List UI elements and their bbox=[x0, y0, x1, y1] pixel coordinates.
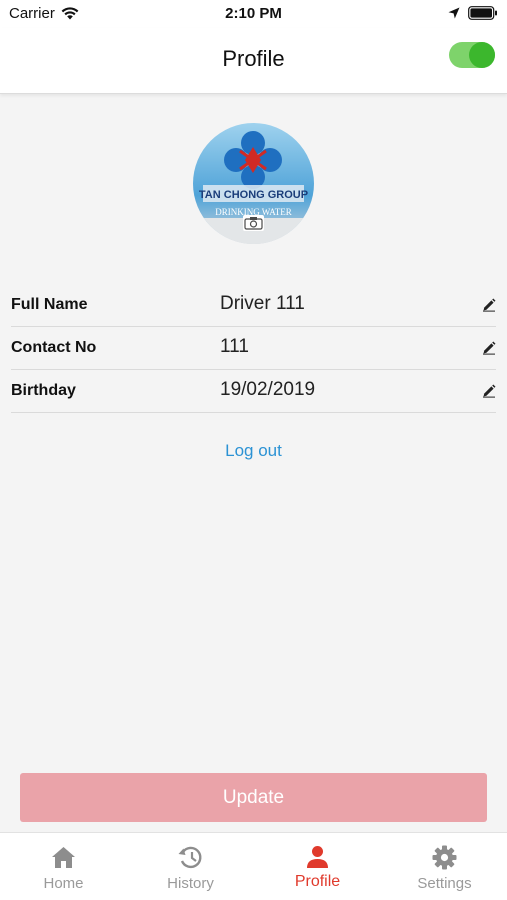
full-name-value: Driver 111 bbox=[220, 293, 305, 314]
edit-full-name-icon[interactable] bbox=[482, 298, 496, 312]
contact-no-label: Contact No bbox=[11, 339, 97, 356]
avatar-logo-text: TAN CHONG GROUP bbox=[199, 189, 308, 201]
edit-birthday-icon[interactable] bbox=[482, 384, 496, 398]
status-bar: Carrier 2:10 PM bbox=[0, 0, 507, 28]
tab-history[interactable]: History bbox=[127, 833, 254, 900]
birthday-label: Birthday bbox=[11, 382, 76, 399]
person-icon bbox=[307, 846, 328, 868]
update-button[interactable]: Update bbox=[20, 773, 487, 822]
profile-row-contact-no: Contact No 111 bbox=[11, 327, 496, 370]
page-title: Profile bbox=[222, 46, 285, 71]
battery-icon bbox=[468, 6, 497, 20]
tab-home-label: Home bbox=[43, 875, 84, 892]
profile-row-full-name: Full Name Driver 111 bbox=[11, 284, 496, 327]
birthday-value: 19/02/2019 bbox=[220, 379, 316, 400]
home-icon bbox=[52, 847, 75, 868]
history-icon bbox=[178, 846, 202, 869]
tab-settings[interactable]: Settings bbox=[381, 833, 507, 900]
avatar[interactable]: TAN CHONG GROUP DRINKING WATER bbox=[193, 123, 314, 244]
tab-bar: Home History Profile Settings bbox=[0, 832, 507, 900]
tab-home[interactable]: Home bbox=[0, 833, 127, 900]
status-right bbox=[448, 6, 498, 20]
status-time: 2:10 PM bbox=[225, 5, 282, 22]
camera-icon bbox=[244, 217, 263, 230]
full-name-label: Full Name bbox=[11, 296, 88, 313]
camera-badge[interactable] bbox=[243, 215, 264, 231]
edit-contact-no-icon[interactable] bbox=[482, 341, 496, 355]
profile-row-birthday: Birthday 19/02/2019 bbox=[11, 370, 496, 413]
tab-profile-label: Profile bbox=[294, 873, 341, 890]
contact-no-value: 111 bbox=[220, 336, 249, 357]
gear-icon bbox=[432, 845, 457, 870]
tab-history-label: History bbox=[167, 875, 214, 892]
toggle-knob bbox=[469, 42, 495, 68]
header-bar: Profile bbox=[0, 28, 507, 94]
logout-link[interactable]: Log out bbox=[0, 441, 507, 461]
tab-settings-label: Settings bbox=[417, 875, 472, 892]
location-arrow-icon bbox=[448, 7, 460, 19]
header-toggle[interactable] bbox=[449, 42, 495, 68]
tab-profile[interactable]: Profile bbox=[254, 833, 381, 900]
